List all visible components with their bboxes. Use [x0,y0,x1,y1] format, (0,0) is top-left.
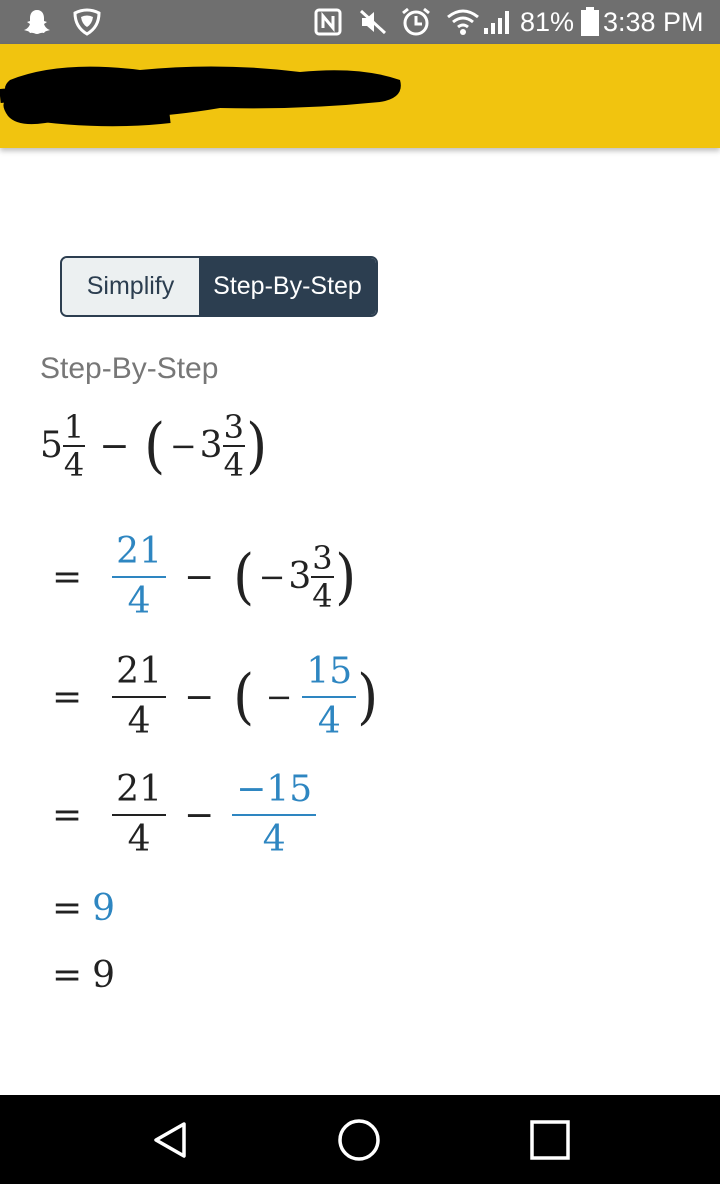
back-icon[interactable] [145,1115,195,1165]
alarm-icon [400,7,432,36]
operator: − [183,676,215,718]
equals-sign: = [52,888,83,929]
numerator: 1 [63,408,85,446]
denominator: 4 [127,819,151,860]
numerator: 21 [116,769,162,810]
denominator: 4 [127,581,151,622]
final-answer: = 9 [52,955,115,996]
negative-sign: − [265,678,293,716]
status-bar: 81% 3:38 PM [0,0,720,44]
step-2: = 21 4 − ( − 15 4 ) [52,652,380,742]
close-paren: ) [246,411,268,481]
step-1: = 21 4 − ( − 3 3 4 ) [52,532,357,622]
numerator: 21 [116,651,162,692]
step-3: = 21 4 − −15 4 [52,769,317,860]
numerator: 3 [312,539,333,577]
whole-number: 3 [288,556,312,597]
open-paren: ( [233,662,255,732]
result-value: 9 [92,887,116,929]
numerator: 15 [306,651,353,692]
numerator: 21 [116,531,162,572]
equals-sign: = [52,955,83,996]
denominator: 4 [312,577,333,615]
fraction: 21 4 [112,532,166,622]
home-icon[interactable] [334,1115,384,1165]
operator: − [183,556,215,598]
equals-sign: = [52,676,83,718]
signal-icon [482,8,514,36]
open-paren: ( [144,411,166,481]
denominator: 4 [63,446,85,484]
fraction: 1 4 [62,408,86,484]
battery-icon [580,7,600,36]
redacted-title [0,66,401,127]
navigation-bar [0,1095,720,1184]
denominator: 4 [223,446,244,484]
fraction: 3 4 [222,408,245,484]
step-by-step-tab[interactable]: Step-By-Step [199,258,376,315]
step-4: = 9 [52,888,115,929]
close-paren: ) [357,662,379,732]
denominator: 4 [317,701,341,742]
close-paren: ) [334,542,356,612]
denominator: 4 [262,819,286,860]
open-paren: ( [233,542,255,612]
operator: − [99,425,130,467]
equals-sign: = [52,556,83,598]
wifi-icon [446,8,480,36]
mode-toggle: Simplify Step-By-Step [60,256,378,317]
vpn-shield-icon [72,8,102,36]
equals-sign: = [52,794,83,836]
recents-icon[interactable] [525,1115,575,1165]
negative-sign: − [169,427,197,465]
fraction: 21 4 [112,652,166,742]
nfc-icon [314,8,342,36]
battery-percent: 81% [520,7,575,37]
snapchat-icon [22,8,52,36]
denominator: 4 [127,701,151,742]
fraction: 15 4 [302,651,357,742]
problem-expression: 5 1 4 − ( − 3 3 4 ) [40,410,268,482]
numerator: −15 [236,769,313,810]
numerator: 3 [223,408,244,446]
section-title: Step-By-Step [40,352,219,385]
whole-number: 3 [199,425,223,466]
fraction: −15 4 [232,769,317,860]
fraction: 3 4 [311,539,334,615]
whole-number: 5 [40,425,63,466]
clock: 3:38 PM [603,7,704,37]
mute-icon [358,8,388,36]
operator: − [183,794,215,836]
app-bar [0,44,720,148]
fraction: 21 4 [112,770,166,860]
negative-sign: − [258,558,286,596]
simplify-tab[interactable]: Simplify [62,258,199,315]
final-value: 9 [92,954,116,996]
